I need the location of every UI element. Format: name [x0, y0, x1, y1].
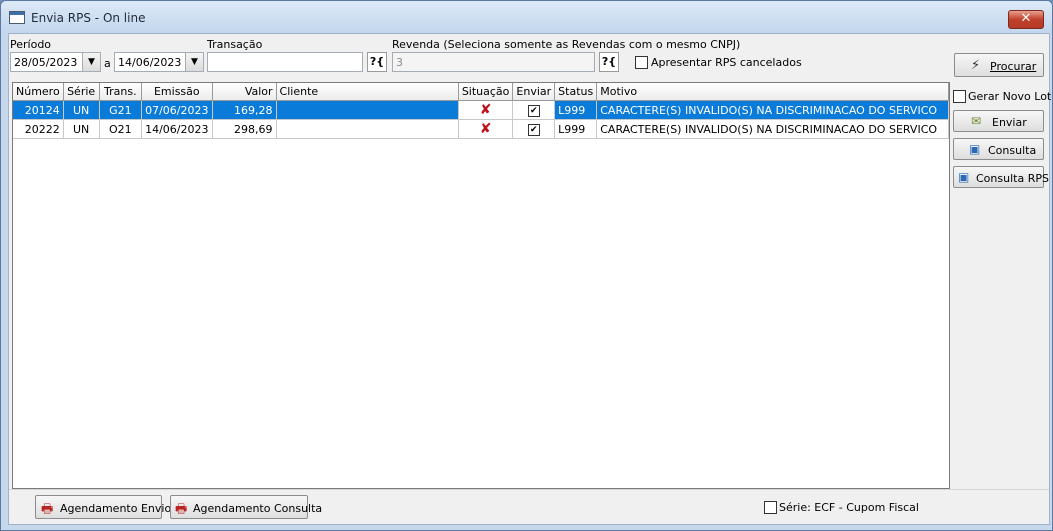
column-header[interactable]: Valor [212, 83, 277, 101]
table-header: Número Série Trans. Emissão Valor Cliente Situ… [13, 83, 949, 101]
column-header[interactable]: Número [13, 83, 64, 101]
emissao-cell: 14/06/2023 [141, 119, 213, 139]
situacao-cell: ✘ [458, 119, 514, 139]
lookup-icon: ?{ [369, 55, 385, 68]
date-from-value: 28/05/2023 [14, 56, 78, 69]
x-icon: ✘ [479, 102, 492, 118]
consulta-button[interactable]: ▣ Consulta [953, 138, 1044, 160]
cancelados-checkbox[interactable] [635, 56, 648, 69]
procurar-button[interactable]: ⚡ Procurar [954, 53, 1044, 77]
table-row[interactable]: 20124 UN G21 07/06/2023 169,28 ✘ ✔ L999 CARACTER… [13, 100, 949, 120]
enviar-cell: ✔ [512, 100, 556, 120]
footer-bar: 🖶 Agendamento Envio 🖶 Agendamento Consul… [9, 489, 1049, 525]
lookup-icon: ?{ [601, 55, 617, 68]
periodo-label: Período [10, 38, 52, 51]
rps-table-body: Número Série Trans. Emissão Valor Cliente Situ… [13, 83, 949, 139]
serie-ecf-label: Série: ECF - Cupom Fiscal [779, 501, 919, 514]
cliente-cell [276, 119, 459, 139]
window-icon [9, 11, 25, 24]
situacao-cell: ✘ [458, 100, 514, 120]
status-cell: L999 [554, 100, 598, 120]
column-header[interactable]: Situação [458, 83, 514, 101]
valor-cell: 298,69 [212, 119, 277, 139]
send-icon: ✉ [971, 114, 982, 128]
serie-ecf-checkbox[interactable] [764, 501, 777, 514]
serie-cell: UN [63, 119, 100, 139]
table-row[interactable]: 20222 UN O21 14/06/2023 298,69 ✘ ✔ L999 CARACTER… [13, 119, 949, 139]
revenda-input[interactable]: 3 [392, 52, 595, 72]
trans-cell: O21 [99, 119, 143, 139]
card-icon: ▣ [958, 170, 970, 184]
client-area: Período 28/05/2023 ▼ a 14/06/2023 ▼ Tran… [8, 33, 1053, 525]
emissao-cell: 07/06/2023 [141, 100, 213, 120]
rps-table: Número Série Trans. Emissão Valor Cliente Situ… [12, 82, 950, 489]
motivo-cell: CARACTERE(S) INVALIDO(S) NA DISCRIMINACA… [596, 100, 949, 120]
consulta-rps-button[interactable]: ▣ Consulta RPS [953, 166, 1049, 188]
date-to-picker[interactable]: 14/06/2023 ▼ [114, 52, 204, 72]
date-to-value: 14/06/2023 [118, 56, 182, 69]
column-header[interactable]: Série [63, 83, 100, 101]
chevron-down-icon[interactable]: ▼ [185, 53, 203, 71]
column-header[interactable]: Motivo [596, 83, 949, 101]
revenda-label: Revenda (Seleciona somente as Revendas c… [392, 38, 741, 51]
numero-cell: 20222 [13, 119, 64, 139]
column-header[interactable]: Trans. [99, 83, 143, 101]
date-separator: a [104, 57, 111, 70]
envia-rps-window: Envia RPS - On line ✕ Período 28/05/2023… [0, 0, 1053, 531]
agendamento-consulta-button[interactable]: 🖶 Agendamento Consulta [170, 495, 322, 519]
close-button[interactable]: ✕ [1008, 10, 1044, 29]
date-from-picker[interactable]: 28/05/2023 ▼ [10, 52, 101, 72]
enviar-cell: ✔ [512, 119, 556, 139]
card-icon: ▣ [969, 142, 981, 156]
printer-icon: 🖶 [175, 502, 188, 517]
x-icon: ✘ [479, 121, 492, 137]
title-bar: Envia RPS - On line ✕ [1, 1, 1052, 33]
column-header[interactable]: Cliente [276, 83, 459, 101]
window-title: Envia RPS - On line [31, 11, 146, 25]
transacao-lookup-button[interactable]: ?{ [367, 52, 387, 72]
numero-cell: 20124 [13, 100, 64, 120]
enviar-button[interactable]: ✉ Enviar [953, 110, 1044, 132]
revenda-lookup-button[interactable]: ?{ [599, 52, 619, 72]
lightning-icon: ⚡ [971, 58, 981, 73]
printer-icon: 🖶 [41, 502, 54, 517]
enviar-checkbox[interactable]: ✔ [527, 123, 540, 136]
column-header[interactable]: Emissão [141, 83, 213, 101]
gerar-novo-lote-label: Gerar Novo Lote [968, 90, 1053, 103]
transacao-label: Transação [207, 38, 263, 51]
valor-cell: 169,28 [212, 100, 277, 120]
cliente-cell [276, 100, 459, 120]
motivo-cell: CARACTERE(S) INVALIDO(S) NA DISCRIMINACA… [596, 119, 949, 139]
transacao-input[interactable] [207, 52, 363, 72]
trans-cell: G21 [99, 100, 143, 120]
agendamento-envio-button[interactable]: 🖶 Agendamento Envio [35, 495, 171, 519]
serie-cell: UN [63, 100, 100, 120]
chevron-down-icon[interactable]: ▼ [82, 53, 100, 71]
status-cell: L999 [554, 119, 598, 139]
gerar-novo-lote-checkbox[interactable] [953, 90, 966, 103]
column-header[interactable]: Enviar [512, 83, 556, 101]
column-header[interactable]: Status [554, 83, 598, 101]
cancelados-label: Apresentar RPS cancelados [651, 56, 802, 69]
enviar-checkbox[interactable]: ✔ [527, 104, 540, 117]
